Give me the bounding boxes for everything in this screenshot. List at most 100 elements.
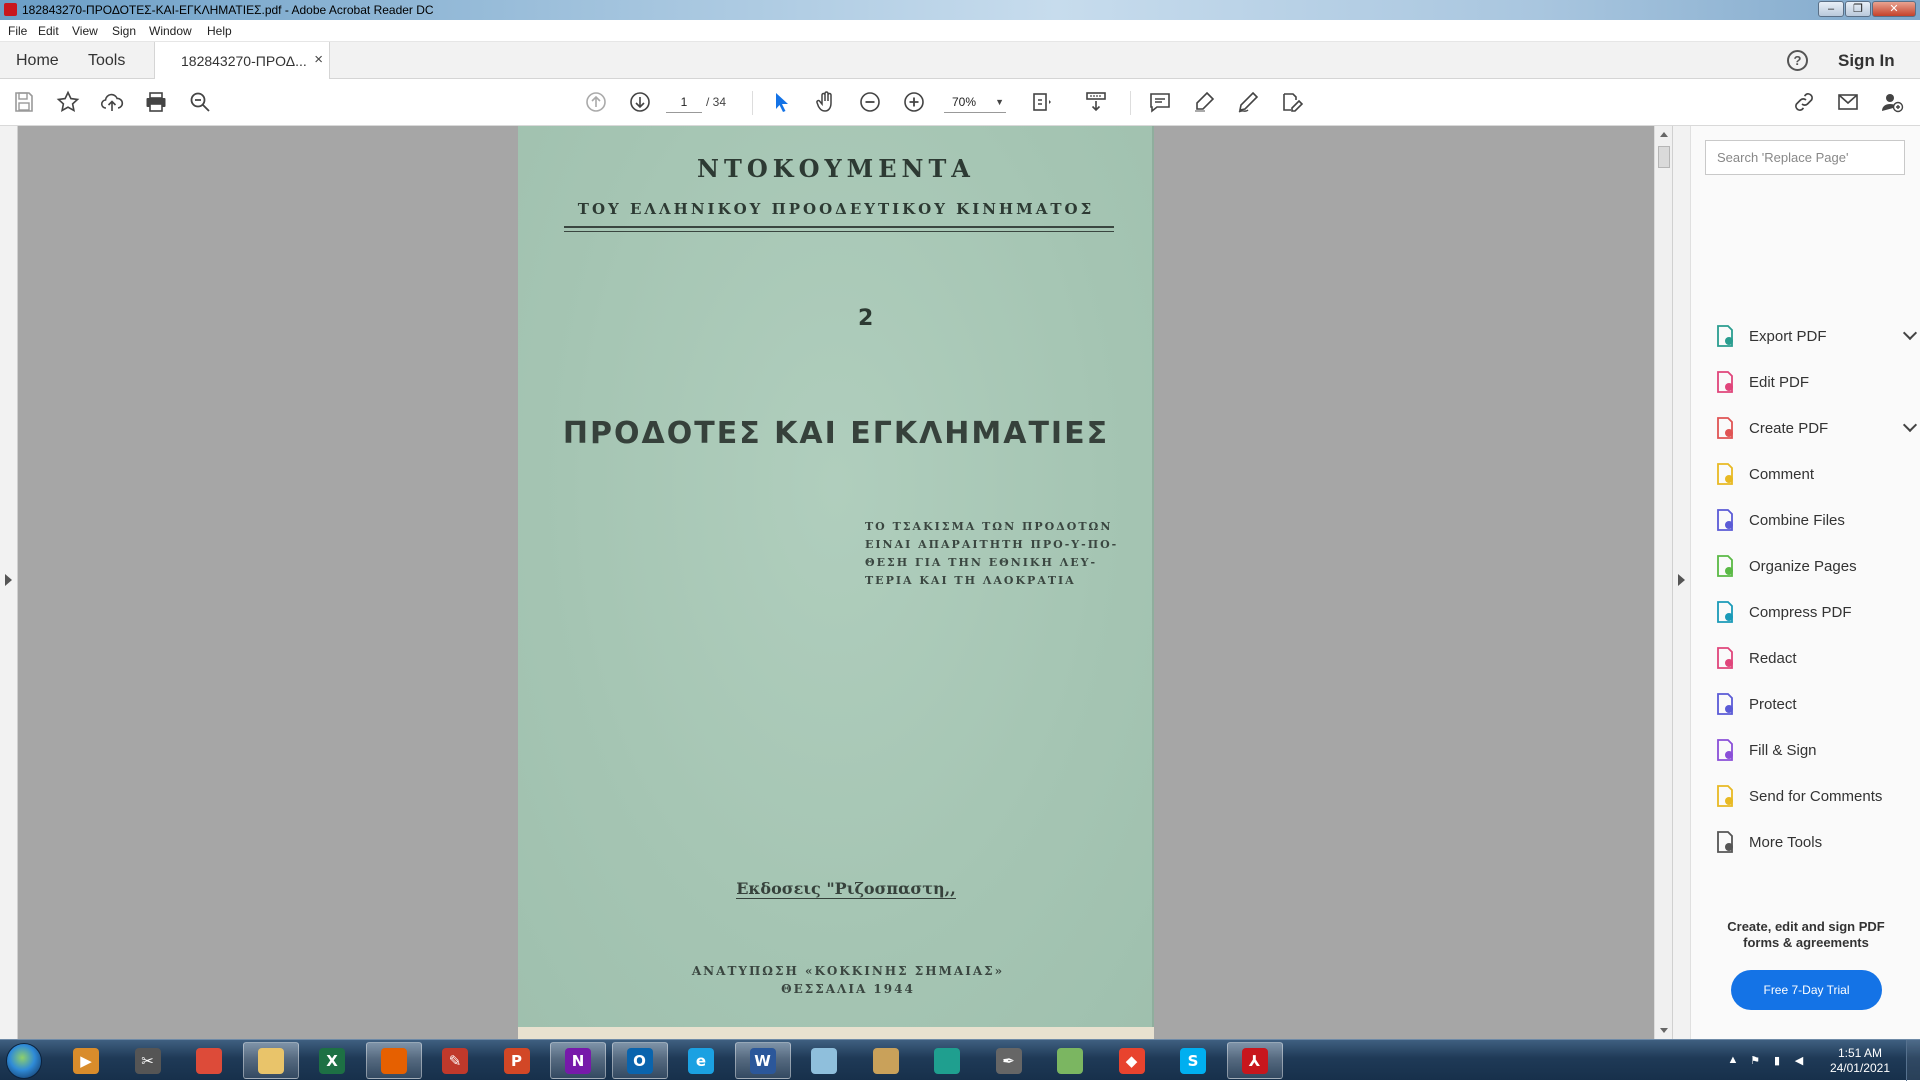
taskbar-onenote-button[interactable]: N bbox=[550, 1042, 606, 1079]
hand-icon[interactable] bbox=[812, 88, 840, 116]
left-panel-toggle[interactable] bbox=[0, 126, 18, 1039]
taskbar-chart-app-button[interactable] bbox=[1042, 1042, 1098, 1079]
powerpoint-icon: P bbox=[503, 1047, 530, 1074]
menu-view[interactable]: View bbox=[72, 24, 98, 38]
taskbar-edge-button[interactable] bbox=[919, 1042, 975, 1079]
upload-cloud-icon[interactable] bbox=[98, 88, 126, 116]
zoom-level-value: 70% bbox=[952, 95, 977, 109]
zoom-level-select[interactable]: 70% ▼ bbox=[944, 91, 1006, 113]
email-icon[interactable] bbox=[1834, 88, 1862, 116]
page-heading: ΝΤΟΚΟΥΜΕΝΤΑ bbox=[697, 154, 975, 183]
scroll-mode-icon[interactable] bbox=[1082, 88, 1110, 116]
help-icon[interactable]: ? bbox=[1787, 50, 1808, 71]
sign-in-button[interactable]: Sign In bbox=[1838, 51, 1895, 71]
action-center-flag-icon[interactable]: ⚑ bbox=[1748, 1054, 1762, 1068]
network-icon[interactable]: ▮ bbox=[1770, 1054, 1784, 1068]
chevron-down-icon[interactable] bbox=[1902, 325, 1918, 341]
taskbar-acrobat-button[interactable]: ⅄ bbox=[1226, 1042, 1283, 1079]
maximize-button[interactable]: ❐ bbox=[1845, 1, 1871, 17]
show-desktop-button[interactable] bbox=[1906, 1040, 1920, 1081]
document-tab-label: 182843270-ΠΡΟΔ... bbox=[181, 53, 307, 69]
notepad-icon bbox=[811, 1047, 837, 1074]
tools-search-input[interactable]: Search 'Replace Page' bbox=[1705, 140, 1905, 175]
protect-shield-icon bbox=[1713, 692, 1737, 716]
save-icon[interactable] bbox=[10, 88, 38, 116]
minimize-button[interactable]: – bbox=[1818, 1, 1844, 17]
scroll-thumb[interactable] bbox=[1658, 146, 1670, 168]
clock[interactable]: 1:51 AM 24/01/2021 bbox=[1830, 1046, 1890, 1076]
zoom-in-icon[interactable] bbox=[900, 88, 928, 116]
tool-create-pdf[interactable]: Create PDF bbox=[1713, 414, 1918, 444]
share-edit-icon[interactable] bbox=[1278, 88, 1306, 116]
scroll-up-icon[interactable] bbox=[1660, 132, 1668, 137]
volume-icon[interactable]: ◀ bbox=[1792, 1054, 1806, 1068]
firefox-icon bbox=[380, 1047, 407, 1074]
taskbar-chrome-button[interactable] bbox=[181, 1042, 237, 1079]
issue-number: 2 bbox=[858, 306, 874, 331]
select-cursor-icon[interactable] bbox=[768, 88, 796, 116]
taskbar-paint-brush-button[interactable]: ✎ bbox=[427, 1042, 483, 1079]
menu-edit[interactable]: Edit bbox=[38, 24, 59, 38]
tool-more-tools[interactable]: More Tools bbox=[1713, 828, 1913, 858]
close-tab-icon[interactable]: × bbox=[314, 51, 323, 68]
taskbar-outlook-button[interactable]: O bbox=[611, 1042, 668, 1079]
tool-organize-pages[interactable]: Organize Pages bbox=[1713, 552, 1913, 582]
zoom-out-icon[interactable] bbox=[856, 88, 884, 116]
taskbar-notepad-button[interactable] bbox=[796, 1042, 852, 1079]
scroll-down-icon[interactable] bbox=[1660, 1028, 1668, 1033]
taskbar-powerpoint-button[interactable]: P bbox=[489, 1042, 545, 1079]
next-page-icon[interactable] bbox=[626, 88, 654, 116]
page-total: / 34 bbox=[706, 95, 727, 109]
tab-document[interactable]: 182843270-ΠΡΟΔ... × bbox=[154, 42, 330, 79]
search-zoom-icon[interactable] bbox=[186, 88, 214, 116]
taskbar: ▶ ✂ X ✎ P N Oe W ✒ ◆ S ⅄ ▲ ⚑ ▮ ◀ 1:51 AM 24/01/2021 bbox=[0, 1039, 1920, 1081]
tool-redact[interactable]: Redact bbox=[1713, 644, 1913, 674]
taskbar-paint-button[interactable] bbox=[858, 1042, 914, 1079]
taskbar-firefox-button[interactable] bbox=[365, 1042, 422, 1079]
tab-home[interactable]: Home bbox=[16, 52, 59, 70]
taskbar-file-explorer-button[interactable] bbox=[242, 1042, 299, 1079]
tab-tools[interactable]: Tools bbox=[88, 52, 125, 70]
chevron-down-icon[interactable] bbox=[1902, 417, 1918, 433]
right-panel-toggle[interactable] bbox=[1672, 126, 1690, 1039]
anydesk-icon: ◆ bbox=[1118, 1047, 1145, 1074]
tool-export-pdf[interactable]: Export PDF bbox=[1713, 322, 1918, 352]
taskbar-media-player-button[interactable]: ▶ bbox=[58, 1042, 114, 1079]
sign-icon[interactable] bbox=[1234, 88, 1262, 116]
menu-help[interactable]: Help bbox=[207, 24, 232, 38]
menu-sign[interactable]: Sign bbox=[112, 24, 136, 38]
comment-icon[interactable] bbox=[1146, 88, 1174, 116]
tool-fill-sign[interactable]: Fill & Sign bbox=[1713, 736, 1913, 766]
bookmark-star-icon[interactable] bbox=[54, 88, 82, 116]
menu-file[interactable]: File bbox=[8, 24, 27, 38]
prev-page-icon[interactable] bbox=[582, 88, 610, 116]
more-tools-icon bbox=[1713, 830, 1737, 854]
tool-comment[interactable]: Comment bbox=[1713, 460, 1913, 490]
tool-combine-files[interactable]: Combine Files bbox=[1713, 506, 1913, 536]
toolbar-divider bbox=[1130, 91, 1131, 115]
taskbar-anydesk-button[interactable]: ◆ bbox=[1104, 1042, 1160, 1079]
free-trial-button[interactable]: Free 7-Day Trial bbox=[1731, 970, 1882, 1010]
taskbar-excel-button[interactable]: X bbox=[304, 1042, 360, 1079]
taskbar-word-button[interactable]: W bbox=[734, 1042, 791, 1079]
tool-edit-pdf[interactable]: Edit PDF bbox=[1713, 368, 1913, 398]
tool-protect[interactable]: Protect bbox=[1713, 690, 1913, 720]
link-icon[interactable] bbox=[1790, 88, 1818, 116]
taskbar-internet-explorer-button[interactable]: e bbox=[673, 1042, 729, 1079]
create-pdf-icon bbox=[1713, 416, 1737, 440]
taskbar-skype-button[interactable]: S bbox=[1165, 1042, 1221, 1079]
show-hidden-icons-icon[interactable]: ▲ bbox=[1726, 1054, 1740, 1068]
tool-send-for-comments[interactable]: Send for Comments bbox=[1713, 782, 1913, 812]
tool-compress-pdf[interactable]: Compress PDF bbox=[1713, 598, 1913, 628]
highlight-icon[interactable] bbox=[1190, 88, 1218, 116]
taskbar-snipping-tool-button[interactable]: ✂ bbox=[120, 1042, 176, 1079]
page-number-input[interactable]: 1 bbox=[666, 91, 702, 113]
add-user-icon[interactable] bbox=[1878, 88, 1906, 116]
taskbar-pen-tool-button[interactable]: ✒ bbox=[981, 1042, 1037, 1079]
page-fit-icon[interactable] bbox=[1028, 88, 1056, 116]
start-button[interactable] bbox=[6, 1043, 42, 1079]
menu-window[interactable]: Window bbox=[149, 24, 192, 38]
close-window-button[interactable]: ✕ bbox=[1872, 1, 1916, 17]
vertical-scrollbar[interactable] bbox=[1654, 126, 1672, 1039]
print-icon[interactable] bbox=[142, 88, 170, 116]
